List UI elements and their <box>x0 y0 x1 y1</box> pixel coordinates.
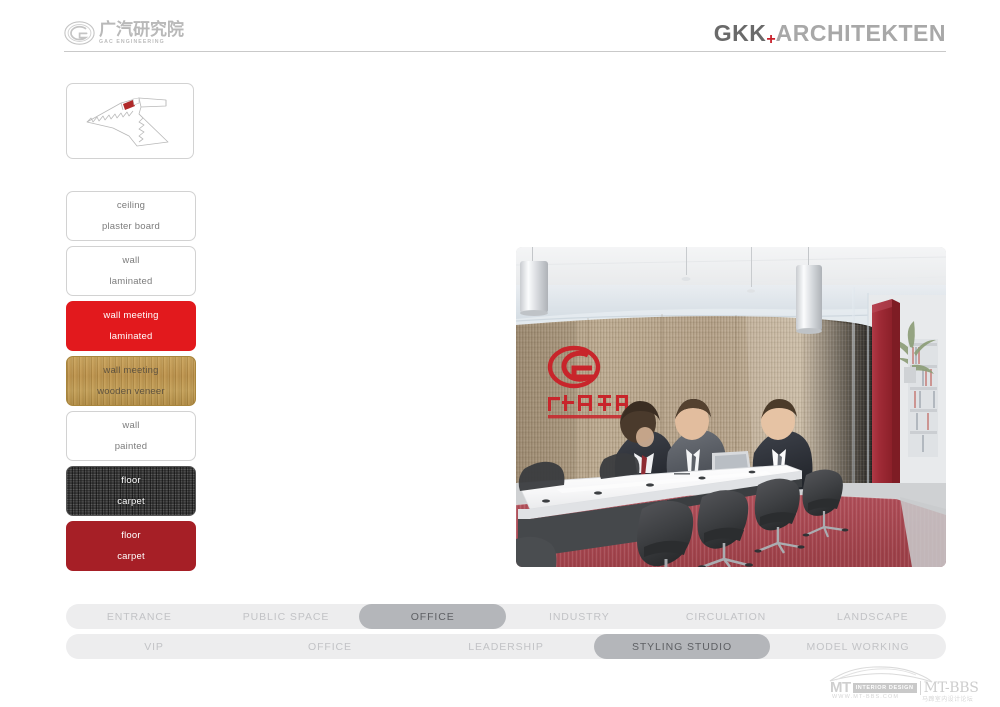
swatch-element-label: wall meeting <box>103 364 159 376</box>
gac-g-emblem-icon <box>64 21 95 45</box>
swatch-wall-painted[interactable]: wall painted <box>66 411 196 461</box>
header-divider <box>64 51 946 52</box>
nav-item-industry[interactable]: INDUSTRY <box>506 604 653 629</box>
gkk-architekten-logo: GKK + ARCHITEKTEN <box>713 20 946 48</box>
nav-item-model-working[interactable]: MODEL WORKING <box>770 634 946 659</box>
watermark-url: WWW.MT-BBS.COM <box>832 694 900 700</box>
swatch-floor-carpet-red[interactable]: floor carpet <box>66 521 196 571</box>
gac-english-name: GAC ENGINEERING <box>99 38 165 45</box>
mt-bbs-watermark: MT INTERIOR DESIGN MT-BBS WWW.MT-BBS.COM… <box>826 664 988 704</box>
swatch-material-label: plaster board <box>101 220 161 232</box>
watermark-badge: INTERIOR DESIGN <box>852 682 917 693</box>
material-swatch-list: ceiling plaster board wall laminated wal… <box>66 191 196 576</box>
nav-item-entrance[interactable]: ENTRANCE <box>66 604 213 629</box>
gkk-plus-icon: + <box>766 31 776 48</box>
gkk-name: GKK <box>713 20 767 46</box>
gac-wordmark: 广汽研究院 GAC ENGINEERING <box>99 21 184 46</box>
swatch-element-label: floor <box>121 474 141 486</box>
meeting-room-render-image <box>516 247 946 567</box>
floor-plan-thumbnail-icon <box>86 97 169 147</box>
secondary-nav: VIP OFFICE LEADERSHIP STYLING STUDIO MOD… <box>66 634 946 659</box>
swatch-wall-laminated[interactable]: wall laminated <box>66 246 196 296</box>
swatch-material-label: painted <box>114 440 148 452</box>
swatch-element-label: wall <box>122 254 140 266</box>
nav-item-styling-studio[interactable]: STYLING STUDIO <box>594 634 770 659</box>
gac-chinese-name: 广汽研究院 <box>99 19 184 40</box>
nav-item-circulation[interactable]: CIRCULATION <box>653 604 800 629</box>
primary-nav: ENTRANCE PUBLIC SPACE OFFICE INDUSTRY CI… <box>66 604 946 629</box>
swatch-material-label: wooden veneer <box>97 385 165 397</box>
swatch-material-label: laminated <box>109 275 153 287</box>
sidebar <box>66 83 196 159</box>
nav-item-vip[interactable]: VIP <box>66 634 242 659</box>
watermark-divider <box>919 680 921 695</box>
gac-logo: 广汽研究院 GAC ENGINEERING <box>64 18 214 48</box>
page-header: 广汽研究院 GAC ENGINEERING GKK + ARCHITEKTEN <box>0 0 1000 58</box>
gkk-architekten-word: ARCHITEKTEN <box>775 20 946 46</box>
watermark-chinese: 马蹄室内设计论坛 <box>922 696 974 703</box>
swatch-wall-meeting-laminated[interactable]: wall meeting laminated <box>66 301 196 351</box>
nav-item-office[interactable]: OFFICE <box>359 604 507 629</box>
swatch-material-label: carpet <box>117 495 145 507</box>
nav-item-office-sub[interactable]: OFFICE <box>242 634 418 659</box>
swatch-element-label: wall meeting <box>103 309 159 321</box>
nav-item-public-space[interactable]: PUBLIC SPACE <box>213 604 360 629</box>
swatch-wall-meeting-wooden-veneer[interactable]: wall meeting wooden veneer <box>66 356 196 406</box>
nav-item-landscape[interactable]: LANDSCAPE <box>799 604 946 629</box>
floor-plan-thumbnail[interactable] <box>66 83 194 159</box>
swatch-element-label: ceiling <box>116 199 146 211</box>
meeting-room-render[interactable] <box>516 247 946 567</box>
swatch-element-label: floor <box>121 529 141 541</box>
red-column <box>872 299 900 503</box>
nav-item-leadership[interactable]: LEADERSHIP <box>418 634 594 659</box>
swatch-material-label: laminated <box>109 330 153 342</box>
swatch-floor-carpet-textured[interactable]: floor carpet <box>66 466 196 516</box>
swatch-material-label: carpet <box>117 550 145 562</box>
swatch-element-label: wall <box>122 419 140 431</box>
swatch-ceiling-plaster-board[interactable]: ceiling plaster board <box>66 191 196 241</box>
